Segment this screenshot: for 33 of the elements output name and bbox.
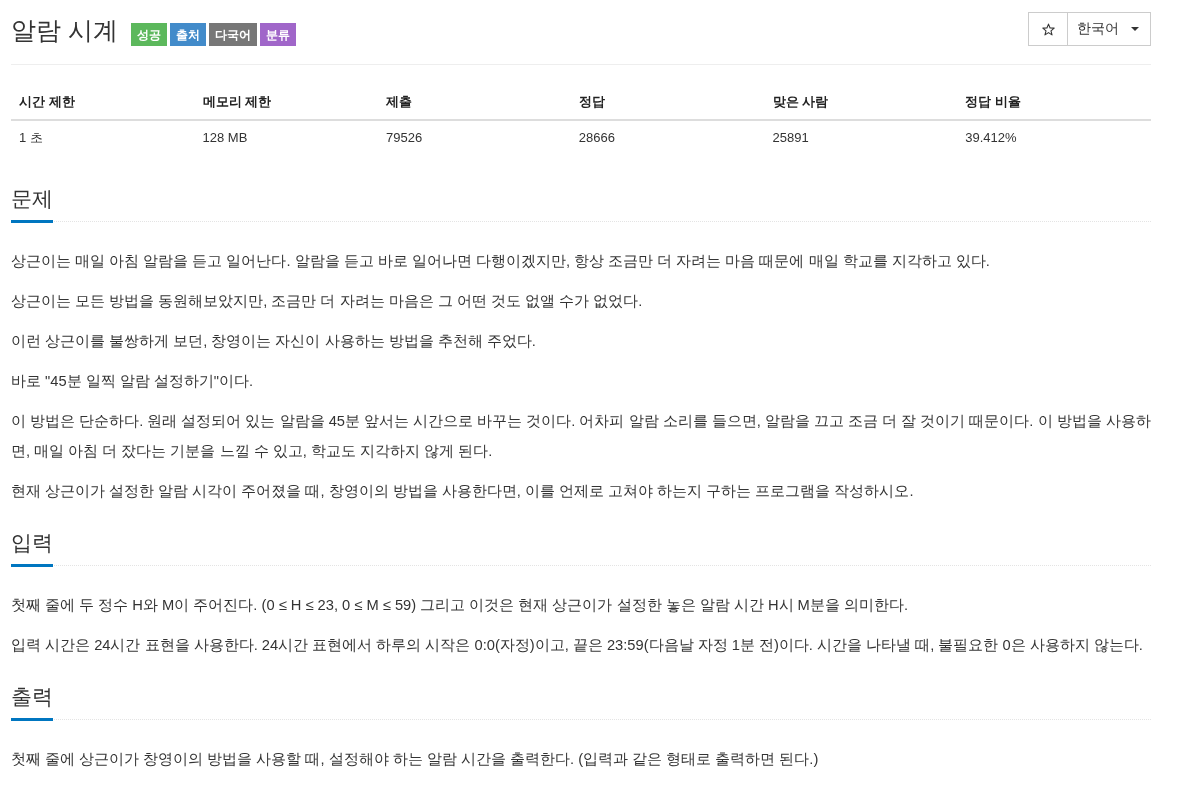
- paragraph: 이런 상근이를 불쌍하게 보던, 창영이는 자신이 사용하는 방법을 추천해 주었다.: [11, 332, 537, 351]
- problem-title: 알람 시계: [11, 15, 118, 46]
- problem-tag[interactable]: 출처: [169, 23, 206, 46]
- paragraph: 입력 시간은 24시간 표현을 사용한다. 24시간 표현에서 하루의 시작은 0:0(자정)이고, 끝은 23:59(다음날 자정 1분 전)이다. 시간을 나타낼 때, 불필요한 0은 사용하지 않는다.: [11, 636, 1144, 655]
- caret-icon: [1131, 27, 1139, 31]
- section-heading: 출력: [11, 685, 53, 721]
- table-cell: 25891: [764, 120, 958, 155]
- table-cell: 28666: [570, 120, 765, 155]
- column-header: 정답: [570, 85, 765, 120]
- paragraph: 첫째 줄에 상근이가 창영이의 방법을 사용할 때, 설정해야 하는 알람 시간을 출력한다. (입력과 같은 형태로 출력하면 된다.): [11, 750, 820, 769]
- column-header: 시간 제한: [11, 85, 195, 120]
- language-dropdown[interactable]: 한국어: [1068, 12, 1151, 46]
- problem-tag[interactable]: 분류: [259, 23, 296, 46]
- problem-tag[interactable]: 성공: [130, 23, 167, 46]
- paragraph: 현재 상근이가 설정한 알람 시각이 주어졌을 때, 창영이의 방법을 사용한다면, 이를 언제로 고쳐야 하는지 구하는 프로그램을 작성하시오.: [11, 482, 915, 501]
- column-header: 제출: [378, 85, 571, 120]
- column-header: 정답 비율: [957, 85, 1151, 120]
- paragraph: 이 방법은 단순하다. 원래 설정되어 있는 알람을 45분 앞서는 시간으로 바꾸는 것이다. 어차피 알람 소리를 들으면, 알람을 끄고 조금 더 잘 것이기 때문이다. 이 방법을 사용하면, 매일 아침 더 잤다는 기분을 느낄 수 있고, 학교도 지각하지 않게 된다.: [11, 412, 1151, 461]
- section-heading: 입력: [11, 531, 53, 567]
- problem-tag[interactable]: 다국어: [208, 23, 257, 46]
- paragraph: 상근이는 모든 방법을 동원해보았지만, 조금만 더 자려는 마음은 그 어떤 것도 없앨 수가 없었다.: [11, 292, 644, 311]
- column-header: 메모리 제한: [194, 85, 379, 120]
- table-cell: 1 초: [11, 120, 195, 155]
- star-icon: [1041, 22, 1055, 36]
- paragraph: 상근이는 매일 아침 알람을 듣고 일어난다. 알람을 듣고 바로 일어나면 다행이겠지만, 항상 조금만 더 자려는 마음 때문에 매일 학교를 지각하고 있다.: [11, 252, 991, 271]
- paragraph: 첫째 줄에 두 정수 H와 M이 주어진다. (0 ≤ H ≤ 23, 0 ≤ M ≤ 59) 그리고 이것은 현재 상근이가 설정한 놓은 알람 시간 H시 M분을 의미한다.: [11, 596, 909, 615]
- table-cell: 79526: [378, 120, 571, 155]
- table-cell: 39.412%: [957, 120, 1151, 155]
- column-header: 맞은 사람: [764, 85, 958, 120]
- section-heading: 문제: [11, 187, 53, 223]
- paragraph: 바로 "45분 일찍 알람 설정하기"이다.: [11, 372, 255, 391]
- table-cell: 128 MB: [194, 120, 379, 155]
- star-button[interactable]: [1028, 12, 1068, 46]
